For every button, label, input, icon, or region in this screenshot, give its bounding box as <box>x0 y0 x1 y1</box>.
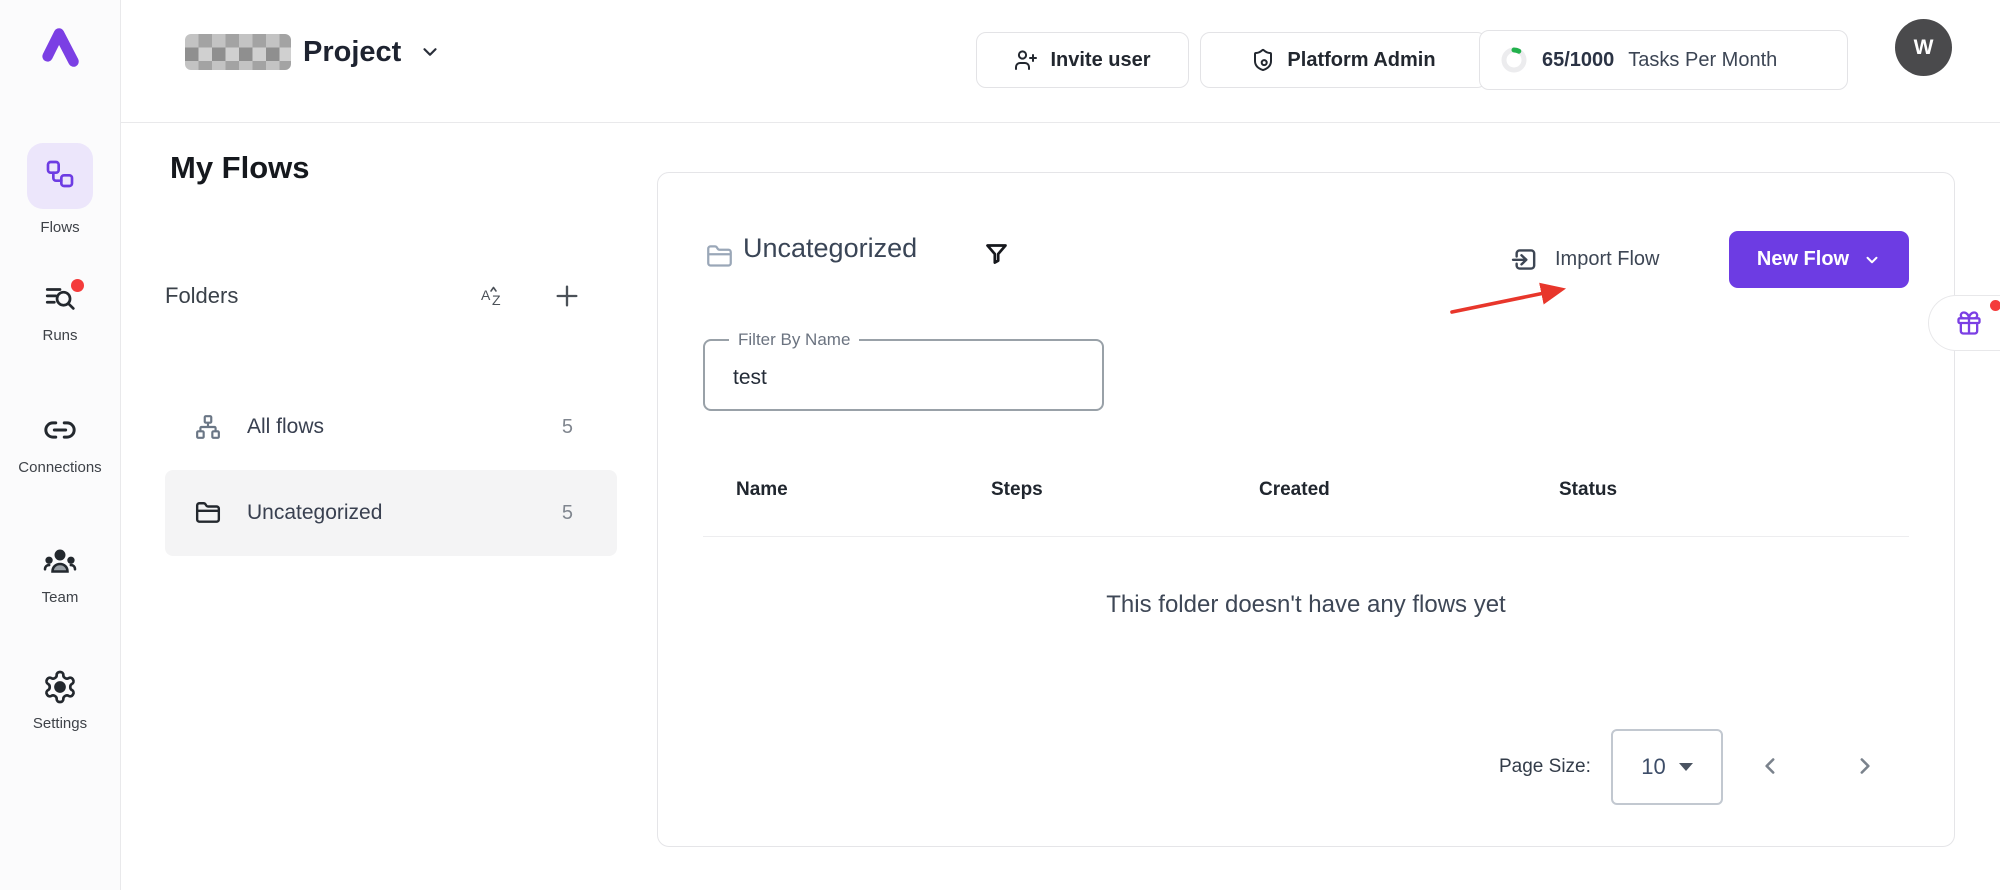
page-size-value: 10 <box>1641 754 1665 780</box>
user-avatar[interactable]: W <box>1895 19 1952 76</box>
whats-new-gift-button[interactable] <box>1928 295 2000 351</box>
progress-ring-icon <box>1500 46 1528 74</box>
folder-item-name: Uncategorized <box>247 501 382 525</box>
user-plus-icon <box>1014 48 1038 72</box>
column-header-status: Status <box>1559 479 1617 501</box>
tasks-usage-value: 65/1000 <box>1542 49 1614 72</box>
caret-down-icon <box>1679 763 1693 771</box>
table-header-divider <box>703 536 1909 537</box>
tasks-usage-label: Tasks Per Month <box>1628 49 1777 72</box>
svg-text:Z: Z <box>492 292 501 308</box>
shield-icon <box>1251 48 1275 72</box>
header-divider <box>121 122 2000 123</box>
import-flow-button[interactable]: Import Flow <box>1510 237 1659 281</box>
search-logs-icon <box>0 281 120 315</box>
column-header-name: Name <box>736 479 788 501</box>
invite-user-label: Invite user <box>1050 49 1150 72</box>
sort-az-icon[interactable]: A Z <box>479 282 507 310</box>
import-box-arrow-icon <box>1510 245 1539 274</box>
gift-notification-dot <box>1990 300 2000 311</box>
import-flow-label: Import Flow <box>1555 248 1659 271</box>
previous-page-button[interactable] <box>1758 753 1784 779</box>
sidebar-item-label: Connections <box>0 459 120 476</box>
page-size-select[interactable]: 10 <box>1611 729 1723 805</box>
sidebar-item-settings[interactable]: Settings <box>0 669 120 732</box>
gear-icon <box>0 669 120 705</box>
folder-icon <box>706 243 733 270</box>
chevron-down-icon <box>419 41 441 63</box>
activepieces-logo-icon[interactable] <box>34 22 84 72</box>
workflow-icon <box>44 158 76 195</box>
funnel-filter-icon[interactable] <box>983 241 1010 268</box>
sidebar-item-connections[interactable]: Connections <box>0 413 120 476</box>
redacted-project-name <box>185 34 291 70</box>
users-icon <box>0 543 120 579</box>
tasks-usage-badge[interactable]: 65/1000 Tasks Per Month <box>1479 30 1848 90</box>
chevron-down-icon <box>1863 251 1881 269</box>
empty-state-message: This folder doesn't have any flows yet <box>658 591 1954 619</box>
avatar-initial: W <box>1914 36 1934 60</box>
network-hierarchy-icon <box>195 414 221 440</box>
add-folder-button[interactable] <box>553 282 581 310</box>
new-flow-label: New Flow <box>1757 248 1849 271</box>
sidebar-item-team[interactable]: Team <box>0 543 120 606</box>
folder-item-all-flows[interactable]: All flows 5 <box>165 384 617 470</box>
folder-item-uncategorized[interactable]: Uncategorized 5 <box>165 470 617 556</box>
red-annotation-arrow <box>1446 276 1596 324</box>
new-flow-button[interactable]: New Flow <box>1729 231 1909 288</box>
panel-title: Uncategorized <box>743 233 917 264</box>
svg-text:A: A <box>481 287 491 303</box>
platform-admin-button[interactable]: Platform Admin <box>1200 32 1487 88</box>
filter-by-name-field: Filter By Name <box>703 339 1104 411</box>
column-header-created: Created <box>1259 479 1330 501</box>
link-icon <box>0 413 120 447</box>
sidebar: Flows Runs Connections <box>0 0 121 890</box>
sidebar-item-label: Runs <box>0 327 120 344</box>
invite-user-button[interactable]: Invite user <box>976 32 1189 88</box>
page-size-label: Page Size: <box>1499 756 1591 778</box>
sidebar-item-flows[interactable]: Flows <box>0 143 120 236</box>
flows-active-tile <box>27 143 93 209</box>
sidebar-item-label: Settings <box>0 715 120 732</box>
folder-icon <box>195 500 221 526</box>
sidebar-item-runs[interactable]: Runs <box>0 281 120 344</box>
sidebar-item-label: Team <box>0 589 120 606</box>
column-header-steps: Steps <box>991 479 1043 501</box>
folder-item-name: All flows <box>247 415 324 439</box>
project-name-label: Project <box>303 36 401 69</box>
project-switcher[interactable]: Project <box>185 28 441 76</box>
filter-by-name-input[interactable] <box>705 341 1102 409</box>
app-window: Flows Runs Connections <box>0 0 2000 890</box>
page-title: My Flows <box>170 150 310 186</box>
gift-icon <box>1955 309 1983 337</box>
folders-header: Folders A Z <box>165 276 617 316</box>
next-page-button[interactable] <box>1851 753 1877 779</box>
folder-item-count: 5 <box>562 502 573 525</box>
folders-label: Folders <box>165 283 479 309</box>
platform-admin-label: Platform Admin <box>1287 49 1435 72</box>
runs-notification-dot <box>71 279 84 292</box>
sidebar-item-label: Flows <box>0 219 120 236</box>
flows-panel: Uncategorized Import Flow New Flow <box>657 172 1955 847</box>
folder-item-count: 5 <box>562 416 573 439</box>
